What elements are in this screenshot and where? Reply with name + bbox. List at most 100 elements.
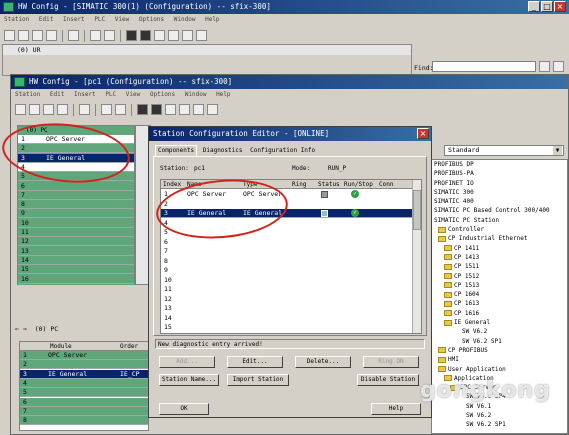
tab-configuration-info[interactable]: Configuration Info xyxy=(248,146,317,156)
tree-item[interactable]: SW V6.2 xyxy=(434,411,550,420)
tree-item[interactable]: CP Industrial Ethernet xyxy=(434,234,550,243)
tree-item[interactable]: CP 1512 xyxy=(434,272,550,281)
module-info-icon[interactable] xyxy=(154,30,165,41)
menu-window[interactable]: Window xyxy=(174,16,196,23)
tree-item[interactable]: PROFIBUS DP xyxy=(434,160,550,169)
save-icon[interactable] xyxy=(46,30,57,41)
catalog-icon[interactable] xyxy=(168,30,179,41)
ring-on-button[interactable]: Ring ON xyxy=(363,356,419,368)
tree-item[interactable]: SW V6.2 xyxy=(434,327,550,336)
chevron-down-icon[interactable]: ▼ xyxy=(553,146,562,155)
tree-item[interactable]: CP 1511 xyxy=(434,262,550,271)
table-row[interactable]: 2 xyxy=(20,360,148,370)
table-row[interactable]: 4 xyxy=(20,378,148,388)
new-icon[interactable] xyxy=(4,30,15,41)
table-row-selected[interactable]: 3 IE General IE_CP xyxy=(20,369,148,379)
rack-slot[interactable]: 16 xyxy=(18,275,134,284)
back-icon[interactable]: ⇐ xyxy=(15,325,19,333)
close-button[interactable]: × xyxy=(554,1,566,12)
tree-item[interactable]: CP 1411 xyxy=(434,244,550,253)
col-index[interactable]: Index xyxy=(163,180,181,189)
menu-help[interactable]: Help xyxy=(205,16,219,23)
tree-item[interactable]: IE General xyxy=(434,318,550,327)
table-icon[interactable] xyxy=(193,104,204,115)
tree-item[interactable]: CP 1616 xyxy=(434,309,550,318)
delete-button[interactable]: Delete... xyxy=(295,356,351,368)
profile-select[interactable]: Standard ▼ xyxy=(444,145,564,156)
minimize-button[interactable]: _ xyxy=(528,1,540,12)
component-row[interactable]: 10 xyxy=(161,276,413,285)
tab-diagnostics[interactable]: Diagnostics xyxy=(201,146,245,156)
component-row[interactable]: 8 xyxy=(161,257,413,266)
tree-item[interactable]: SIMATIC PC Station xyxy=(434,216,550,225)
dialog-close-button[interactable]: × xyxy=(417,128,429,139)
menu-view[interactable]: View xyxy=(126,91,140,98)
col-status[interactable]: Status xyxy=(318,180,340,189)
tab-components[interactable]: Components xyxy=(155,145,198,156)
tree-item[interactable]: SW V6.1 xyxy=(434,402,550,411)
table-icon[interactable] xyxy=(182,30,193,41)
table-row[interactable]: 8 xyxy=(20,416,148,426)
component-row[interactable]: 15 xyxy=(161,323,413,332)
save-icon[interactable] xyxy=(57,104,68,115)
download-icon[interactable] xyxy=(137,104,148,115)
open-icon[interactable] xyxy=(18,30,29,41)
component-row[interactable]: 11 xyxy=(161,285,413,294)
menu-station[interactable]: Station xyxy=(4,16,29,23)
rack-slot[interactable]: 8 xyxy=(18,200,134,210)
table-row[interactable]: 5 xyxy=(20,388,148,398)
menu-insert[interactable]: Insert xyxy=(63,16,85,23)
maximize-button[interactable]: □ xyxy=(541,1,553,12)
rack-slot[interactable]: 14 xyxy=(18,256,134,265)
tree-item[interactable]: CP PROFIBUS xyxy=(434,346,550,355)
tree-item[interactable]: PROFINET IO xyxy=(434,179,550,188)
rack-slot[interactable]: 12 xyxy=(18,237,134,247)
menu-insert[interactable]: Insert xyxy=(74,91,96,98)
menu-view[interactable]: View xyxy=(115,16,129,23)
menu-plc[interactable]: PLC xyxy=(94,16,105,23)
component-row[interactable]: 6 xyxy=(161,238,413,247)
tree-item[interactable]: CP 1613 xyxy=(434,299,550,308)
paste-icon[interactable] xyxy=(115,104,126,115)
table-scrollbar[interactable] xyxy=(412,180,421,333)
rack-slot[interactable]: 11 xyxy=(18,228,134,237)
tree-item[interactable]: User Application xyxy=(434,365,550,374)
tree-item[interactable]: SIMATIC 300 xyxy=(434,188,550,197)
col-ring[interactable]: Ring xyxy=(292,180,306,189)
open-icon[interactable] xyxy=(29,104,40,115)
forward-icon[interactable]: ⇒ xyxy=(23,325,27,333)
col-order[interactable]: Order xyxy=(120,342,138,351)
network-icon[interactable] xyxy=(43,104,54,115)
rack-slot[interactable]: 10 xyxy=(18,219,134,228)
upload-icon[interactable] xyxy=(140,30,151,41)
rack-slot[interactable]: 6 xyxy=(18,182,134,191)
tree-item[interactable]: CP 1604 xyxy=(434,290,550,299)
table-row[interactable]: 6 xyxy=(20,397,148,407)
tree-item[interactable]: SW V6.2 SP1 xyxy=(434,337,550,346)
menu-station[interactable]: Station xyxy=(15,91,40,98)
component-row[interactable]: 13 xyxy=(161,304,413,313)
rack-slot[interactable]: 13 xyxy=(18,247,134,256)
component-row[interactable]: 9 xyxy=(161,266,413,275)
tree-item[interactable]: PROFIBUS-PA xyxy=(434,169,550,178)
module-info-icon[interactable] xyxy=(165,104,176,115)
new-icon[interactable] xyxy=(15,104,26,115)
component-row[interactable]: 14 xyxy=(161,314,413,323)
tree-item[interactable]: SIMATIC PC Based Control 300/400 xyxy=(434,206,550,215)
col-module[interactable]: Module xyxy=(50,342,72,351)
col-run-stop[interactable]: Run/Stop xyxy=(344,180,373,189)
tree-item[interactable]: Controller xyxy=(434,225,550,234)
menu-window[interactable]: Window xyxy=(185,91,207,98)
find-input[interactable] xyxy=(432,61,536,72)
upload-icon[interactable] xyxy=(151,104,162,115)
tree-item[interactable]: CP 1413 xyxy=(434,253,550,262)
scroll-thumb[interactable] xyxy=(413,190,421,230)
add-button[interactable]: Add... xyxy=(159,356,215,368)
network-icon[interactable] xyxy=(32,30,43,41)
help-button[interactable]: Help xyxy=(371,403,421,415)
print-icon[interactable] xyxy=(79,104,90,115)
find-up-icon[interactable] xyxy=(553,61,564,72)
catalog-icon[interactable] xyxy=(179,104,190,115)
component-row[interactable]: 12 xyxy=(161,295,413,304)
col-conn[interactable]: Conn xyxy=(379,180,393,189)
